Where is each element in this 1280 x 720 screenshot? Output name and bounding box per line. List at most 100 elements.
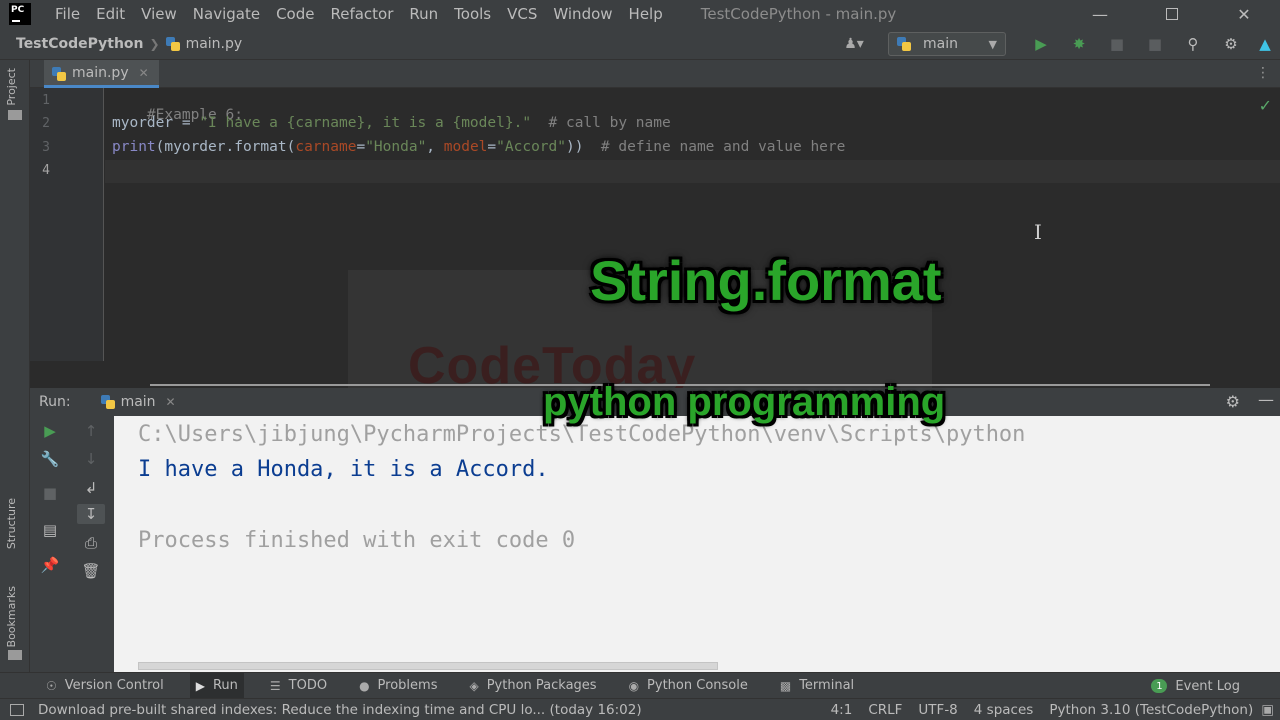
run-icon: ▶ [1035, 35, 1047, 53]
python-console-tab[interactable]: ◉ Python Console [623, 673, 754, 699]
menu-refactor[interactable]: Refactor [322, 0, 401, 28]
bookmarks-tool-tab[interactable]: Bookmarks [5, 586, 18, 647]
tool-windows-toggle-icon[interactable] [10, 703, 24, 716]
terminal-icon: ▩ [779, 678, 792, 693]
menu-file[interactable]: File [47, 0, 88, 28]
editor-tab-bar: main.py ✕ ⋮ [30, 60, 1280, 88]
todo-tab[interactable]: ☰ TODO [264, 673, 333, 699]
minimize-window-button[interactable]: — [1064, 0, 1136, 28]
status-message[interactable]: Download pre-built shared indexes: Reduc… [38, 702, 815, 718]
tab-label: main.py [72, 64, 129, 81]
scroll-to-end-icon[interactable]: ↧ [77, 504, 105, 524]
inspection-ok-icon[interactable]: ✓ [1259, 96, 1272, 115]
console-command: C:\Users\jibjung\PycharmProjects\TestCod… [138, 422, 1026, 447]
code-text: myorder = [112, 115, 200, 131]
trash-icon[interactable]: 🗑 [80, 561, 102, 581]
print-icon[interactable]: ⎙ [80, 533, 102, 553]
coverage-button[interactable]: ■ [1098, 32, 1136, 56]
problems-tab[interactable]: ● Problems [353, 673, 443, 699]
close-window-button[interactable]: ✕ [1208, 0, 1280, 28]
tab-main-py[interactable]: main.py ✕ [44, 60, 159, 88]
menu-view[interactable]: View [133, 0, 185, 28]
stop-button[interactable]: ■ [1136, 32, 1174, 56]
tab-label: Terminal [799, 678, 855, 693]
soft-wrap-icon[interactable]: ↲ [80, 478, 102, 498]
code-text: , [426, 139, 444, 155]
maximize-window-button[interactable] [1136, 0, 1208, 28]
menu-navigate[interactable]: Navigate [185, 0, 268, 28]
rerun-icon[interactable]: ▶ [39, 421, 61, 441]
caret-position[interactable]: 4:1 [831, 702, 853, 718]
line-number: 1 [42, 93, 50, 108]
info-icon: ● [359, 678, 370, 693]
arrow-up-icon[interactable]: ↑ [80, 421, 102, 441]
code-string: "Honda" [365, 139, 427, 155]
menu-vcs[interactable]: VCS [499, 0, 545, 28]
menu-help[interactable]: Help [621, 0, 671, 28]
tab-label: Run [212, 678, 238, 693]
window-title: TestCodePython - main.py [700, 5, 897, 23]
menu-window[interactable]: Window [545, 0, 620, 28]
code-line-2: myorder = "I have a {carname}, it is a {… [112, 115, 671, 131]
version-control-tab[interactable]: ☉ Version Control [40, 673, 170, 699]
run-tab-label: main [120, 394, 156, 410]
debug-button[interactable]: ✸ [1060, 32, 1098, 56]
close-tab-icon[interactable]: ✕ [139, 66, 149, 80]
left-tool-strip: Project Structure Bookmarks [0, 60, 30, 672]
python-icon [100, 395, 115, 409]
code-text: )) [566, 139, 584, 155]
settings-button[interactable]: ⚙ [1212, 32, 1250, 56]
stop-icon[interactable]: ■ [39, 483, 61, 503]
tab-label: Version Control [64, 678, 164, 693]
menu-tools[interactable]: Tools [446, 0, 499, 28]
wrench-icon[interactable]: 🔧 [39, 449, 61, 469]
project-tool-tab[interactable]: Project [5, 68, 18, 106]
run-tab-main[interactable]: main ✕ [100, 394, 176, 410]
event-log-tab[interactable]: 1 Event Log [1151, 673, 1240, 699]
navigation-bar: TestCodePython ❯ main.py ♟▾ main ▼ ▶ ✸ ■… [0, 28, 1280, 60]
close-icon: ✕ [1237, 4, 1251, 24]
code-comment: # call by name [531, 115, 671, 131]
layout-icon[interactable]: ▤ [39, 520, 61, 540]
code-with-me-icon: ▲ [1259, 35, 1271, 53]
more-options-icon[interactable]: ⋮ [1256, 65, 1270, 81]
line-number: 3 [42, 140, 50, 155]
menu-code[interactable]: Code [268, 0, 322, 28]
status-bar: Download pre-built shared indexes: Reduc… [0, 698, 1280, 720]
run-tool-tab[interactable]: ▶ Run [189, 672, 244, 699]
horizontal-scrollbar[interactable] [138, 662, 718, 670]
structure-tool-tab[interactable]: Structure [5, 498, 18, 549]
event-count-badge: 1 [1151, 679, 1168, 693]
python-interpreter[interactable]: Python 3.10 (TestCodePython) [1049, 702, 1253, 718]
code-with-me-button[interactable]: ▲ [1250, 32, 1280, 56]
search-icon: ⚲ [1187, 35, 1199, 53]
menu-run[interactable]: Run [401, 0, 446, 28]
search-button[interactable]: ⚲ [1174, 32, 1212, 56]
line-separator[interactable]: CRLF [868, 702, 902, 718]
terminal-tab[interactable]: ▩ Terminal [774, 673, 860, 699]
run-button[interactable]: ▶ [1022, 32, 1060, 56]
minimize-panel-icon[interactable]: — [1258, 390, 1274, 409]
logo-text: PC [11, 5, 25, 15]
file-encoding[interactable]: UTF-8 [918, 702, 957, 718]
indent-setting[interactable]: 4 spaces [974, 702, 1034, 718]
breadcrumb-file[interactable]: main.py [165, 36, 242, 52]
pin-icon[interactable]: 📌 [39, 555, 61, 575]
current-line-highlight [105, 160, 1280, 183]
run-panel-toolbar: ▶ ↑ 🔧 ↓ ↲ ■ ↧ ▤ ⎙ 📌 🗑 [30, 416, 114, 672]
lock-icon[interactable]: ▣ [1261, 702, 1274, 718]
close-tab-icon[interactable]: ✕ [166, 395, 176, 409]
run-console[interactable]: C:\Users\jibjung\PycharmProjects\TestCod… [114, 416, 1280, 672]
python-packages-tab[interactable]: ◈ Python Packages [463, 673, 602, 699]
user-icon[interactable]: ♟▾ [840, 33, 868, 55]
code-keyword-arg: carname [295, 139, 357, 155]
gear-icon[interactable]: ⚙ [1226, 392, 1240, 411]
breadcrumb-project[interactable]: TestCodePython [16, 36, 144, 52]
menu-edit[interactable]: Edit [88, 0, 133, 28]
run-configuration-select[interactable]: main ▼ [888, 32, 1006, 56]
arrow-down-icon[interactable]: ↓ [80, 449, 102, 469]
code-keyword-arg: model [443, 139, 488, 155]
bug-icon: ✸ [1072, 35, 1086, 53]
chevron-down-icon: ▼ [988, 37, 997, 51]
overlay-title: String.format [590, 249, 942, 312]
